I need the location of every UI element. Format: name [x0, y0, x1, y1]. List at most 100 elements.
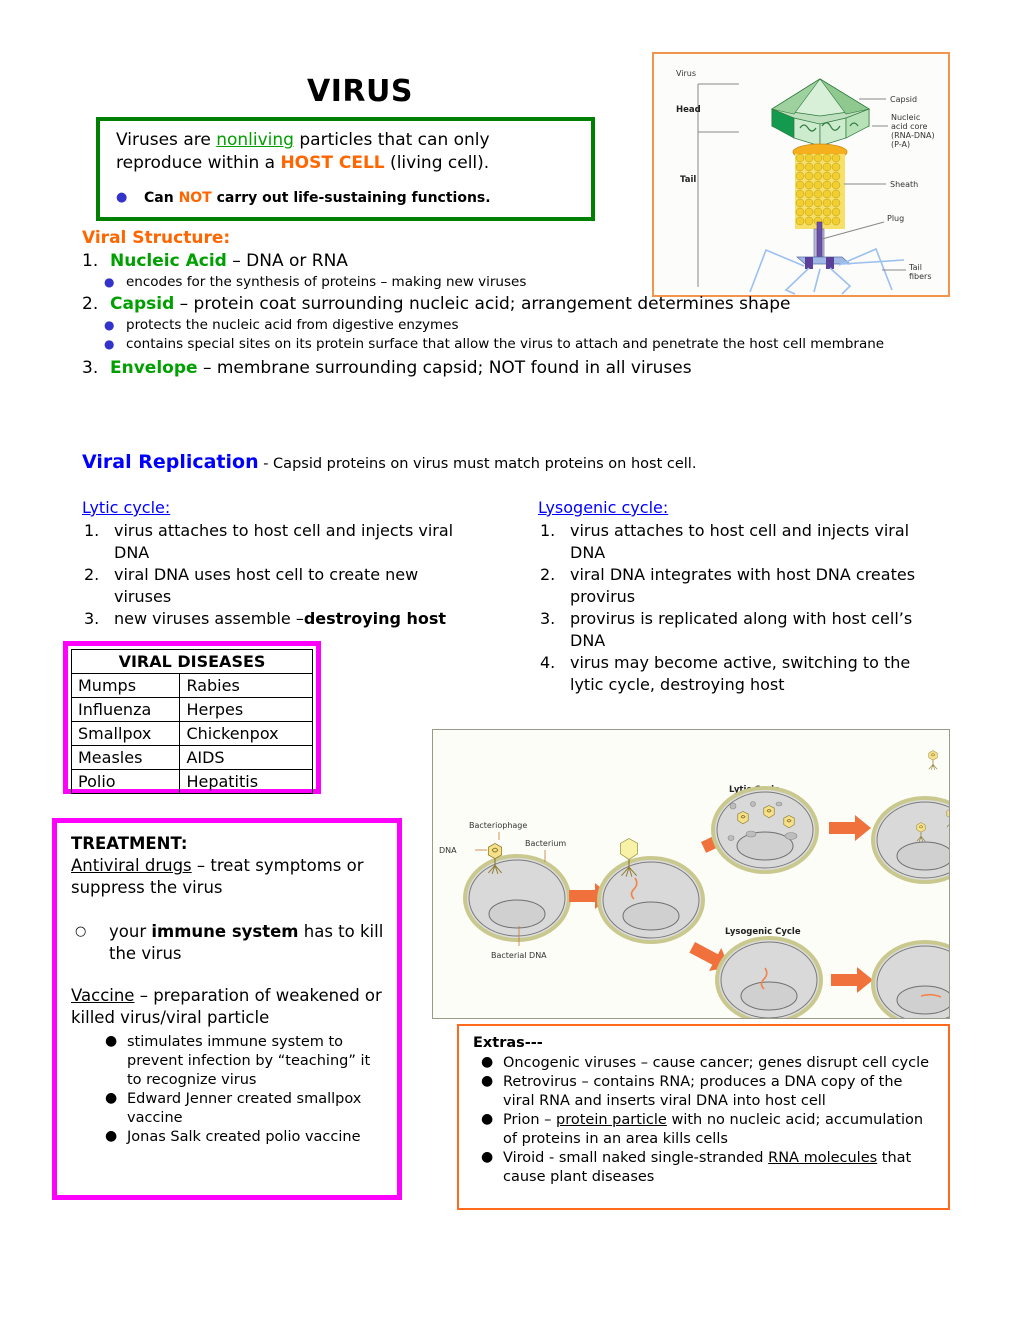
step-number: 1. — [540, 521, 556, 540]
step-number: 3. — [540, 609, 556, 628]
definition-part-1: Viruses are — [116, 130, 217, 150]
lysogenic-step-3: 3. provirus is replicated along with host… — [538, 608, 938, 652]
viral-replication-subtitle: - Capsid proteins on virus must match pr… — [258, 456, 697, 472]
label-bacterial-dna: Bacterial DNA — [491, 951, 547, 960]
viral-diseases-table: VIRAL DISEASES Mumps Rabies Influenza He… — [70, 649, 313, 794]
sub-text: protects the nucleic acid from digestive… — [126, 317, 459, 333]
label-bacteriophage: Bacteriophage — [469, 821, 527, 830]
lysogenic-step-4: 4. virus may become active, switching to … — [538, 652, 938, 696]
host-cell-highlight: HOST CELL — [280, 153, 385, 173]
viral-structure-heading: Viral Structure: — [82, 228, 231, 248]
bullet-dot-icon: ● — [481, 1111, 494, 1127]
extras-item-3: ● Prion – protein particle with no nuclei… — [473, 1111, 938, 1149]
step-number: 1. — [84, 521, 100, 540]
table-row: Polio Hepatitis — [70, 769, 313, 794]
label-nucleic-3: (RNA-DNA) — [891, 131, 935, 140]
definition-bullet: ● Can NOT carry out life-sustaining funct… — [116, 189, 581, 207]
lysogenic-step-1: 1. virus attaches to host cell and inject… — [538, 520, 938, 564]
immune-pre: your — [109, 922, 152, 941]
bullet-dot-icon: ● — [104, 337, 115, 351]
bullet-text: Edward Jenner created smallpox vaccine — [127, 1091, 362, 1126]
step-number: 3. — [84, 609, 100, 628]
step-text: provirus is replicated along with host c… — [570, 609, 913, 650]
disease-cell: Mumps — [70, 673, 181, 698]
label-plug: Plug — [887, 214, 904, 223]
immune-system-line: ○ your immune system has to kill the viru… — [71, 921, 385, 965]
cycle-diagram-svg: Bacteriophage DNA Bacterium Bacterial DN… — [439, 750, 949, 1018]
step-text-bold: destroying host — [303, 609, 447, 628]
sub-text: encodes for the synthesis of proteins – … — [126, 274, 527, 290]
lytic-step-1: 1. virus attaches to host cell and inject… — [82, 520, 472, 564]
bullet-dot-icon: ● — [105, 1090, 118, 1106]
structure-item-2: 2. Capsid – protein coat surrounding nucl… — [82, 293, 952, 315]
disease-cell: Smallpox — [70, 721, 181, 746]
structure-sub-1-1: ● encodes for the synthesis of proteins –… — [82, 273, 952, 291]
disease-cell: Measles — [70, 745, 181, 770]
bullet-dot-icon: ● — [105, 1033, 118, 1049]
treatment-bullet-3: ● Jonas Salk created polio vaccine — [71, 1128, 385, 1147]
immune-bold: immune system — [151, 922, 299, 941]
page-title: VIRUS — [307, 74, 413, 109]
step-text: virus attaches to host cell and injects … — [570, 521, 910, 562]
disease-cell: Influenza — [70, 697, 181, 722]
extras-text-pre: Viroid - small naked single-stranded — [503, 1150, 769, 1166]
label-tail: Tail — [680, 175, 696, 185]
table-header-row: VIRAL DISEASES — [71, 649, 313, 674]
label-lysogenic-cycle: Lysogenic Cycle — [725, 927, 801, 937]
extras-item-4: ● Viroid - small naked single-stranded RN… — [473, 1149, 938, 1187]
bullet-dot-icon: ● — [104, 318, 115, 332]
step-number: 4. — [540, 653, 556, 672]
item-number: 2. — [82, 294, 99, 314]
label-nucleic-1: Nucleic — [891, 113, 920, 122]
lytic-step-3: 3. new viruses assemble –destroying host — [82, 608, 472, 630]
label-nucleic-4: (P-A) — [891, 140, 910, 149]
extras-item-1: ● Oncogenic viruses – cause cancer; genes… — [473, 1054, 938, 1073]
extras-box: Extras--- ● Oncogenic viruses – cause can… — [457, 1024, 950, 1210]
treatment-content: TREATMENT: Antiviral drugs – treat sympt… — [57, 823, 397, 1153]
disease-cell: Rabies — [179, 673, 313, 698]
treatment-heading: TREATMENT: — [71, 834, 188, 853]
definition-text: Viruses are nonliving particles that can… — [116, 129, 581, 175]
lytic-cycle-heading: Lytic cycle: — [82, 498, 171, 517]
step-text: viral DNA uses host cell to create new v… — [114, 565, 419, 606]
bullet-dot-icon: ● — [481, 1149, 494, 1165]
structure-sub-2-2: ● contains special sites on its protein s… — [82, 335, 952, 353]
vaccine-line: Vaccine – preparation of weakened or kil… — [71, 985, 385, 1029]
antiviral-line: Antiviral drugs – treat symptoms or supp… — [71, 855, 385, 899]
step-text: virus may become active, switching to th… — [570, 653, 911, 694]
not-highlight: NOT — [178, 190, 212, 206]
disease-cell: AIDS — [179, 745, 313, 770]
viral-replication-line: Viral Replication - Capsid proteins on v… — [82, 452, 962, 474]
extras-content: Extras--- ● Oncogenic viruses – cause can… — [459, 1026, 948, 1191]
label-nucleic-2: acid core — [891, 122, 928, 131]
antiviral-term: Antiviral drugs — [71, 856, 192, 875]
disease-cell: Chickenpox — [179, 721, 313, 746]
table-header: VIRAL DISEASES — [71, 649, 313, 674]
lytic-lysogenic-cycle-diagram: Bacteriophage DNA Bacterium Bacterial DN… — [432, 729, 950, 1019]
circle-bullet-icon: ○ — [75, 924, 87, 939]
label-head: Head — [676, 105, 701, 115]
lytic-cycle-column: Lytic cycle: 1. virus attaches to host ce… — [82, 497, 472, 630]
sub-text: contains special sites on its protein su… — [126, 336, 885, 352]
extras-text-underline: protein particle — [556, 1112, 667, 1128]
structure-sub-2-1: ● protects the nucleic acid from digestiv… — [82, 316, 952, 334]
term-capsid: Capsid — [110, 294, 175, 314]
bullet-dot-icon: ● — [481, 1054, 494, 1070]
extras-text: Retrovirus – contains RNA; produces a DN… — [503, 1074, 903, 1109]
bullet-text: stimulates immune system to prevent infe… — [127, 1034, 371, 1088]
label-capsid: Capsid — [890, 95, 917, 104]
lytic-step-2: 2. viral DNA uses host cell to create new… — [82, 564, 472, 608]
viral-structure-list: 1. Nucleic Acid – DNA or RNA ● encodes for… — [82, 250, 952, 379]
disease-cell: Herpes — [179, 697, 313, 722]
label-dna: DNA — [439, 846, 457, 855]
lysogenic-cycle-heading: Lysogenic cycle: — [538, 498, 669, 517]
bullet-text: Jonas Salk created polio vaccine — [127, 1129, 361, 1145]
table-row: Mumps Rabies — [70, 673, 313, 698]
treatment-box: TREATMENT: Antiviral drugs – treat sympt… — [52, 818, 402, 1200]
lysogenic-cycle-column: Lysogenic cycle: 1. virus attaches to hos… — [538, 497, 938, 696]
treatment-bullet-1: ● stimulates immune system to prevent inf… — [71, 1033, 385, 1090]
step-number: 2. — [84, 565, 100, 584]
treatment-bullet-2: ● Edward Jenner created smallpox vaccine — [71, 1090, 385, 1128]
definition-box: Viruses are nonliving particles that can… — [96, 117, 595, 221]
step-text: virus attaches to host cell and injects … — [114, 521, 454, 562]
